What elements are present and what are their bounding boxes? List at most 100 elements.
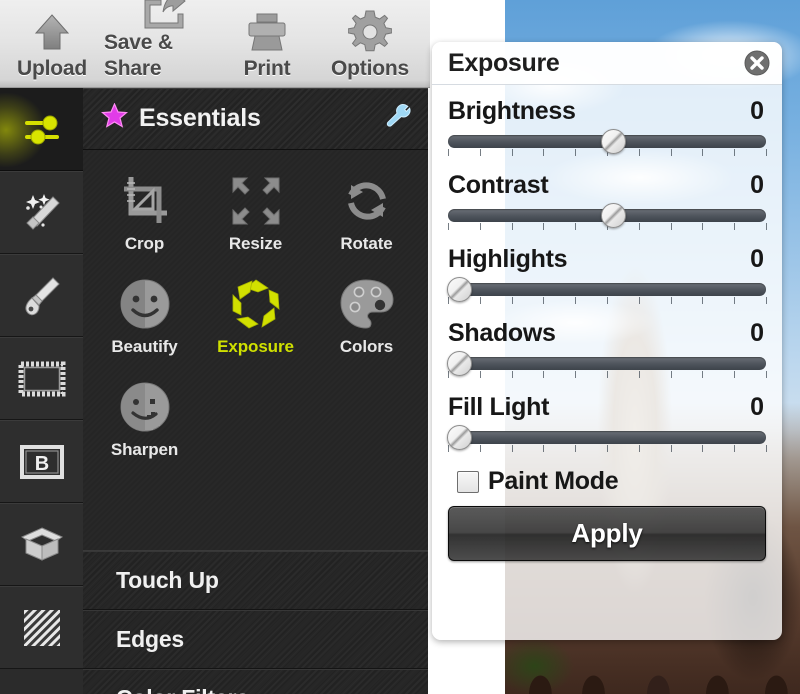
magic-wand-icon bbox=[25, 193, 60, 230]
paint-mode-label: Paint Mode bbox=[488, 467, 619, 495]
slider-ticks bbox=[448, 445, 767, 452]
panel-menu: Touch Up Edges Color Filters bbox=[83, 550, 428, 694]
control-highlights: Highlights 0 bbox=[446, 245, 768, 306]
slider-knob[interactable] bbox=[446, 277, 472, 302]
options-button[interactable]: Options bbox=[310, 0, 430, 87]
printer-icon bbox=[246, 8, 288, 56]
apply-button[interactable]: Apply bbox=[448, 506, 766, 561]
shadows-label: Shadows bbox=[448, 319, 556, 347]
fill-light-value: 0 bbox=[750, 393, 764, 421]
tool-resize[interactable]: Resize bbox=[200, 164, 311, 267]
slider-knob[interactable] bbox=[446, 425, 472, 450]
shadows-slider[interactable] bbox=[446, 351, 768, 380]
paintbrush-icon bbox=[24, 276, 60, 315]
rail-item-adjust[interactable] bbox=[0, 88, 83, 171]
essentials-panel: Essentials Crop Resize Rotate Beautify E… bbox=[83, 88, 428, 694]
apply-label: Apply bbox=[571, 518, 643, 548]
print-button[interactable]: Print bbox=[224, 0, 310, 87]
sliders-adjust-icon bbox=[24, 115, 59, 144]
options-label: Options bbox=[331, 57, 409, 80]
slider-track bbox=[448, 283, 766, 296]
paint-mode-checkbox[interactable] bbox=[457, 470, 479, 493]
fill-light-label: Fill Light bbox=[448, 393, 550, 421]
star-icon bbox=[100, 102, 129, 135]
panel-title: Essentials bbox=[139, 104, 261, 132]
open-box-icon bbox=[20, 526, 63, 561]
highlights-slider[interactable] bbox=[446, 277, 768, 306]
save-share-label: Save & Share bbox=[104, 31, 173, 80]
rail-item-frames[interactable] bbox=[0, 337, 83, 420]
control-shadows: Shadows 0 bbox=[446, 319, 768, 380]
highlights-label: Highlights bbox=[448, 245, 568, 273]
text-b-icon: B bbox=[19, 444, 64, 479]
slider-knob[interactable] bbox=[446, 351, 472, 376]
highlights-value: 0 bbox=[750, 245, 764, 273]
print-label: Print bbox=[243, 57, 291, 80]
tool-sharpen-label: Sharpen bbox=[110, 440, 179, 459]
rail-item-auto-fix[interactable] bbox=[0, 171, 83, 254]
tool-rotate-label: Rotate bbox=[340, 234, 393, 253]
palette-icon bbox=[338, 273, 396, 335]
tool-colors-label: Colors bbox=[339, 337, 394, 356]
fill-light-slider[interactable] bbox=[446, 425, 768, 454]
tool-rotate[interactable]: Rotate bbox=[311, 164, 422, 267]
brightness-slider[interactable] bbox=[446, 129, 768, 158]
brightness-value: 0 bbox=[750, 97, 764, 125]
resize-icon bbox=[228, 170, 284, 232]
menu-item-edges[interactable]: Edges bbox=[83, 610, 428, 669]
rotate-icon bbox=[339, 170, 395, 232]
exposure-dialog: Exposure Brightness 0 Contrast 0 Highlig… bbox=[432, 42, 782, 640]
rail-item-paint[interactable] bbox=[0, 254, 83, 337]
gear-icon bbox=[348, 8, 392, 56]
tool-resize-label: Resize bbox=[228, 234, 283, 253]
dialog-title-bar: Exposure bbox=[432, 42, 782, 85]
slider-knob[interactable] bbox=[601, 129, 627, 154]
sharpen-icon bbox=[117, 376, 173, 438]
tool-exposure[interactable]: Exposure bbox=[200, 267, 311, 370]
texture-stripes-icon bbox=[23, 609, 60, 646]
contrast-value: 0 bbox=[750, 171, 764, 199]
slider-knob[interactable] bbox=[601, 203, 627, 228]
wrench-icon[interactable] bbox=[386, 103, 412, 134]
contrast-label: Contrast bbox=[448, 171, 549, 199]
tool-colors[interactable]: Colors bbox=[311, 267, 422, 370]
upload-arrow-icon bbox=[30, 8, 74, 56]
menu-item-color-filters[interactable]: Color Filters bbox=[83, 669, 428, 694]
slider-track bbox=[448, 431, 766, 444]
tool-crop[interactable]: Crop bbox=[89, 164, 200, 267]
panel-header: Essentials bbox=[83, 88, 428, 150]
upload-button[interactable]: Upload bbox=[0, 0, 104, 87]
crop-icon bbox=[117, 170, 173, 232]
dialog-title: Exposure bbox=[448, 48, 560, 77]
top-toolbar: Upload Save & Share Print Options bbox=[0, 0, 430, 88]
rail-item-overlays[interactable] bbox=[0, 503, 83, 586]
shadows-value: 0 bbox=[750, 319, 764, 347]
menu-item-touch-up[interactable]: Touch Up bbox=[83, 551, 428, 610]
tool-grid: Crop Resize Rotate Beautify Exposure Col… bbox=[83, 150, 428, 550]
close-icon[interactable] bbox=[744, 50, 770, 76]
tool-exposure-label: Exposure bbox=[217, 337, 294, 356]
tool-beautify[interactable]: Beautify bbox=[89, 267, 200, 370]
frame-icon bbox=[18, 361, 65, 396]
rail-item-text[interactable]: B bbox=[0, 420, 83, 503]
control-contrast: Contrast 0 bbox=[446, 171, 768, 232]
control-fill-light: Fill Light 0 bbox=[446, 393, 768, 454]
contrast-slider[interactable] bbox=[446, 203, 768, 232]
svg-text:B: B bbox=[34, 453, 48, 475]
tool-rail: B bbox=[0, 88, 83, 694]
paint-mode-row[interactable]: Paint Mode bbox=[448, 467, 768, 496]
beautify-icon bbox=[117, 273, 173, 335]
brightness-label: Brightness bbox=[448, 97, 576, 125]
save-share-button[interactable]: Save & Share bbox=[104, 0, 224, 87]
slider-ticks bbox=[448, 371, 767, 378]
slider-ticks bbox=[448, 297, 767, 304]
tool-sharpen[interactable]: Sharpen bbox=[89, 370, 200, 473]
rail-item-textures[interactable] bbox=[0, 586, 83, 669]
slider-track bbox=[448, 357, 766, 370]
aperture-icon bbox=[227, 273, 285, 335]
upload-label: Upload bbox=[17, 57, 87, 80]
dialog-body: Brightness 0 Contrast 0 Highlights 0 Sha… bbox=[432, 85, 782, 561]
tool-beautify-label: Beautify bbox=[111, 337, 178, 356]
photo-editor-window: Upload Save & Share Print Options B Esse… bbox=[0, 0, 800, 694]
share-export-icon bbox=[141, 0, 187, 30]
